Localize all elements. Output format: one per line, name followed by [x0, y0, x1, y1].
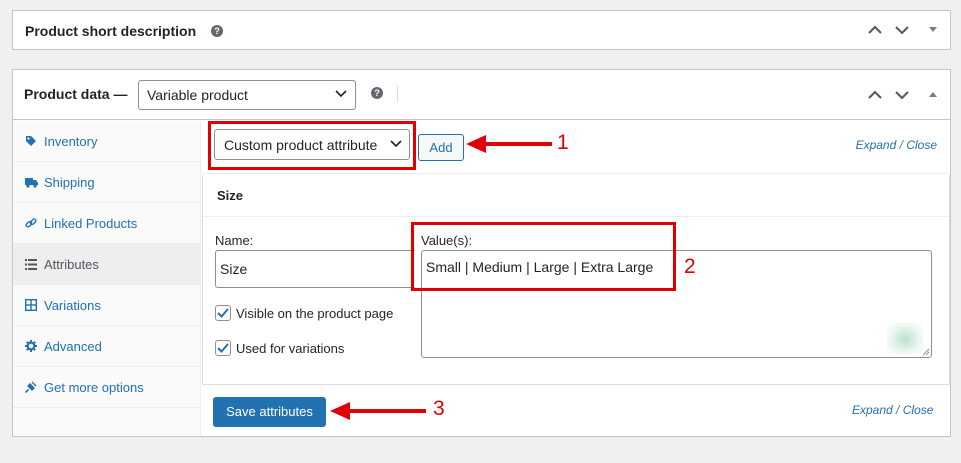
- short-description-title: Product short description: [25, 23, 197, 39]
- variations-label: Used for variations: [236, 340, 345, 356]
- close-link[interactable]: Close: [903, 403, 934, 417]
- list-icon: [24, 257, 38, 271]
- move-down-icon[interactable]: [895, 76, 909, 114]
- tab-variations[interactable]: Variations: [13, 285, 201, 326]
- truck-icon: [24, 175, 38, 189]
- visible-on-product-page-option[interactable]: Visible on the product page: [215, 305, 393, 321]
- help-icon[interactable]: ?: [371, 87, 383, 99]
- plug-icon: [24, 380, 38, 394]
- tab-inventory[interactable]: Inventory: [13, 121, 201, 162]
- chevron-down-icon: [335, 90, 347, 98]
- expand-link[interactable]: Expand: [852, 403, 893, 417]
- product-type-value: Variable product: [147, 87, 248, 103]
- resize-handle-icon[interactable]: [922, 348, 930, 356]
- help-icon[interactable]: ?: [211, 25, 223, 37]
- close-link[interactable]: Close: [906, 138, 937, 152]
- attribute-name-value: Size: [220, 261, 248, 277]
- tab-label: Shipping: [44, 174, 95, 190]
- blur-overlay: [887, 323, 923, 355]
- tag-icon: [24, 134, 38, 148]
- product-data-header: Product data — Variable product ?: [13, 70, 950, 120]
- annotation-number-3: 3: [433, 397, 445, 420]
- short-description-panel: Product short description ?: [12, 10, 951, 50]
- grid-icon: [24, 298, 38, 312]
- tab-label: Variations: [44, 297, 101, 313]
- product-data-title: Product data —: [24, 86, 128, 102]
- tab-label: Inventory: [44, 133, 98, 149]
- tab-get-more-options[interactable]: Get more options: [13, 367, 201, 408]
- tab-advanced[interactable]: Advanced: [13, 326, 201, 367]
- tab-label: Attributes: [44, 256, 99, 272]
- used-for-variations-option[interactable]: Used for variations: [215, 340, 344, 356]
- tab-attributes[interactable]: Attributes: [13, 244, 201, 285]
- save-attributes-button[interactable]: Save attributes: [213, 397, 326, 427]
- tab-label: Advanced: [44, 338, 102, 354]
- variations-checkbox[interactable]: [215, 340, 231, 356]
- visible-label: Visible on the product page: [236, 305, 394, 321]
- product-data-tabs: Inventory Shipping Linked Products Attri…: [13, 121, 201, 436]
- expand-link[interactable]: Expand: [856, 138, 897, 152]
- tab-label: Linked Products: [44, 215, 138, 231]
- tab-label: Get more options: [44, 379, 144, 395]
- divider: [397, 86, 398, 102]
- highlight-box-1: [208, 121, 416, 170]
- attribute-box-header[interactable]: Size: [203, 175, 949, 217]
- highlight-box-2: [411, 222, 676, 291]
- product-type-select[interactable]: Variable product: [138, 80, 356, 110]
- link-separator: /: [896, 403, 900, 417]
- gear-icon: [24, 339, 38, 353]
- attribute-name-input[interactable]: Size: [215, 250, 415, 288]
- checkmark-icon: [217, 308, 229, 318]
- checkmark-icon: [217, 343, 229, 353]
- tab-linked-products[interactable]: Linked Products: [13, 203, 201, 244]
- tab-shipping[interactable]: Shipping: [13, 162, 201, 203]
- annotation-number-1: 1: [557, 131, 569, 154]
- arrow-icon: [466, 135, 552, 153]
- visible-checkbox[interactable]: [215, 305, 231, 321]
- link-separator: /: [899, 138, 903, 152]
- move-up-icon[interactable]: [868, 76, 882, 114]
- toggle-panel-icon[interactable]: [929, 76, 937, 114]
- annotation-number-2: 2: [684, 255, 696, 278]
- move-down-icon[interactable]: [895, 11, 909, 49]
- move-up-icon[interactable]: [868, 11, 882, 49]
- attribute-heading: Size: [217, 188, 244, 203]
- expand-close-links: Expand / Close: [856, 138, 937, 152]
- name-label: Name:: [215, 233, 254, 248]
- add-attribute-button[interactable]: Add: [418, 134, 464, 161]
- arrow-icon: [330, 402, 426, 420]
- expand-close-links-bottom: Expand / Close: [852, 403, 933, 417]
- toggle-panel-icon[interactable]: [929, 11, 937, 49]
- link-icon: [24, 216, 38, 230]
